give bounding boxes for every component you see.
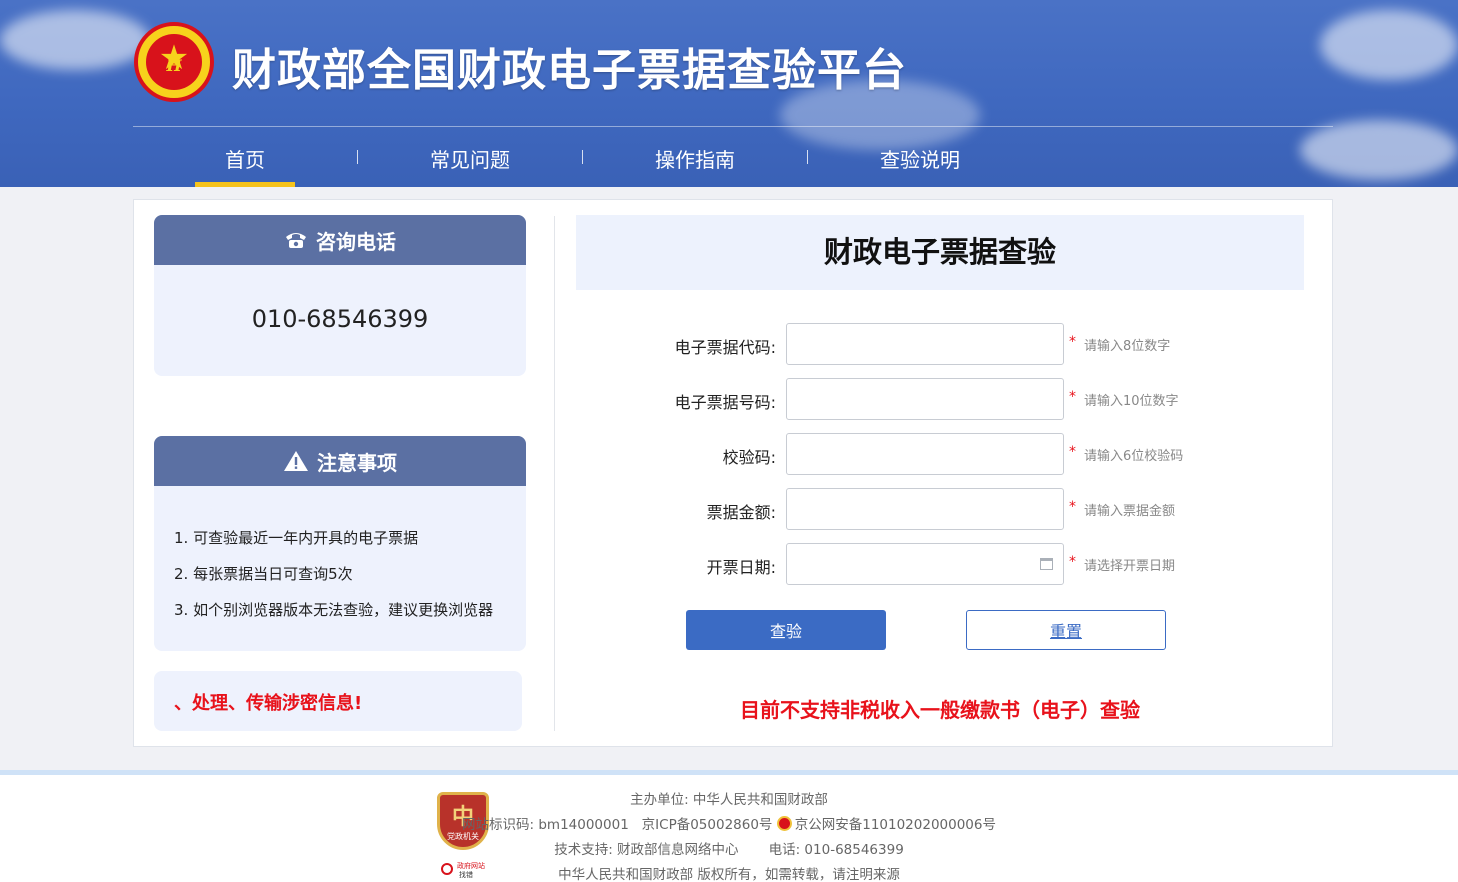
required-mark: * (1069, 444, 1076, 460)
notice-card: 注意事项 1. 可查验最近一年内开具的电子票据 2. 每张票据当日可查询5次 3… (154, 436, 526, 651)
main-panel: 咨询电话 010-68546399 注意事项 1. 可查验最近一年内开具的电子票… (133, 199, 1333, 747)
notice-item: 2. 每张票据当日可查询5次 (174, 565, 353, 583)
footer-registration: 网站标识码: bm14000001 京ICP备05002860号 京公网安备11… (0, 813, 1458, 833)
footer-tech-support: 技术支持: 财政部信息网络中心 (554, 842, 739, 858)
footer-sponsor: 主办单位: 中华人民共和国财政部 (630, 792, 828, 808)
cloud-decoration (0, 10, 150, 70)
notice-card-header: 注意事项 (154, 436, 526, 486)
amount-input[interactable] (786, 488, 1064, 530)
nav-home[interactable]: 首页 (135, 144, 355, 173)
nav-separator (582, 150, 583, 164)
form-title-box: 财政电子票据查验 (576, 215, 1304, 290)
notice-list: 1. 可查验最近一年内开具的电子票据 2. 每张票据当日可查询5次 3. 如个别… (174, 520, 493, 628)
warning-icon (284, 451, 308, 471)
nav-faq[interactable]: 常见问题 (360, 144, 580, 173)
nav-active-indicator (195, 182, 295, 187)
bill-code-hint: 请输入8位数字 (1084, 339, 1171, 354)
bill-number-hint: 请输入10位数字 (1084, 394, 1179, 409)
logo-letter: H (166, 56, 182, 75)
amount-hint: 请输入票据金额 (1084, 504, 1176, 519)
consult-phone-number: 010-68546399 (251, 305, 429, 333)
notice-item: 3. 如个别浏览器版本无法查验，建议更换浏览器 (174, 601, 494, 619)
footer-copyright: 中华人民共和国财政部 版权所有，如需转载，请注明来源 (558, 867, 900, 882)
required-mark: * (1069, 499, 1076, 515)
required-mark: * (1069, 389, 1076, 405)
field-label-bill-code: 电子票据代码: (674, 338, 776, 357)
police-badge-icon (776, 816, 792, 831)
cloud-decoration (1320, 10, 1458, 80)
cloud-decoration (1300, 120, 1458, 180)
nav-instructions[interactable]: 查验说明 (810, 144, 1030, 173)
required-mark: * (1069, 554, 1076, 570)
site-title: 财政部全国财政电子票据查验平台 (232, 45, 907, 96)
security-warning-text: 、处理、传输涉密信息! (174, 693, 363, 714)
bill-number-input[interactable] (786, 378, 1064, 420)
bill-code-input[interactable] (786, 323, 1064, 365)
issue-date-input[interactable] (786, 543, 1064, 585)
footer-phone: 电话: 010-68546399 (768, 842, 904, 858)
site-header: ★ H 财政部全国财政电子票据查验平台 首页 常见问题 操作指南 查验说明 (0, 0, 1458, 187)
footer-icp-link[interactable]: 京ICP备05002860号 (642, 817, 773, 833)
consult-card-header: 咨询电话 (154, 215, 526, 265)
nav-separator (807, 150, 808, 164)
notice-card-title: 注意事项 (317, 450, 397, 475)
consult-card: 咨询电话 010-68546399 (154, 215, 526, 376)
field-label-issue-date: 开票日期: (706, 558, 776, 577)
field-label-bill-number: 电子票据号码: (674, 393, 776, 412)
footer-site-id: 网站标识码: bm14000001 (462, 817, 629, 833)
calendar-icon[interactable] (1040, 558, 1053, 570)
check-code-hint: 请输入6位校验码 (1084, 449, 1184, 464)
notice-item: 1. 可查验最近一年内开具的电子票据 (174, 529, 419, 547)
issue-date-hint: 请选择开票日期 (1084, 559, 1176, 574)
footer-police-link[interactable]: 京公网安备11010202000006号 (795, 817, 996, 833)
phone-icon (286, 233, 306, 248)
unsupported-notice: 目前不支持非税收入一般缴款书（电子）查验 (740, 698, 1140, 722)
nav-separator (357, 150, 358, 164)
field-label-amount: 票据金额: (706, 503, 776, 522)
security-warning-card: 、处理、传输涉密信息! (154, 671, 522, 731)
nav-divider-line (133, 126, 1333, 127)
field-label-check-code: 校验码: (722, 448, 776, 467)
consult-card-title: 咨询电话 (316, 229, 396, 254)
required-mark: * (1069, 334, 1076, 350)
footer-support: 技术支持: 财政部信息网络中心 电话: 010-68546399 (0, 838, 1458, 858)
check-code-input[interactable] (786, 433, 1064, 475)
ministry-logo[interactable]: ★ H (134, 22, 214, 102)
nav-guide[interactable]: 操作指南 (585, 144, 805, 173)
column-divider (554, 216, 555, 731)
logo-emblem: ★ H (146, 34, 202, 90)
verify-button[interactable]: 查验 (686, 610, 886, 650)
form-title: 财政电子票据查验 (823, 235, 1056, 269)
reset-button[interactable]: 重置 (966, 610, 1166, 650)
